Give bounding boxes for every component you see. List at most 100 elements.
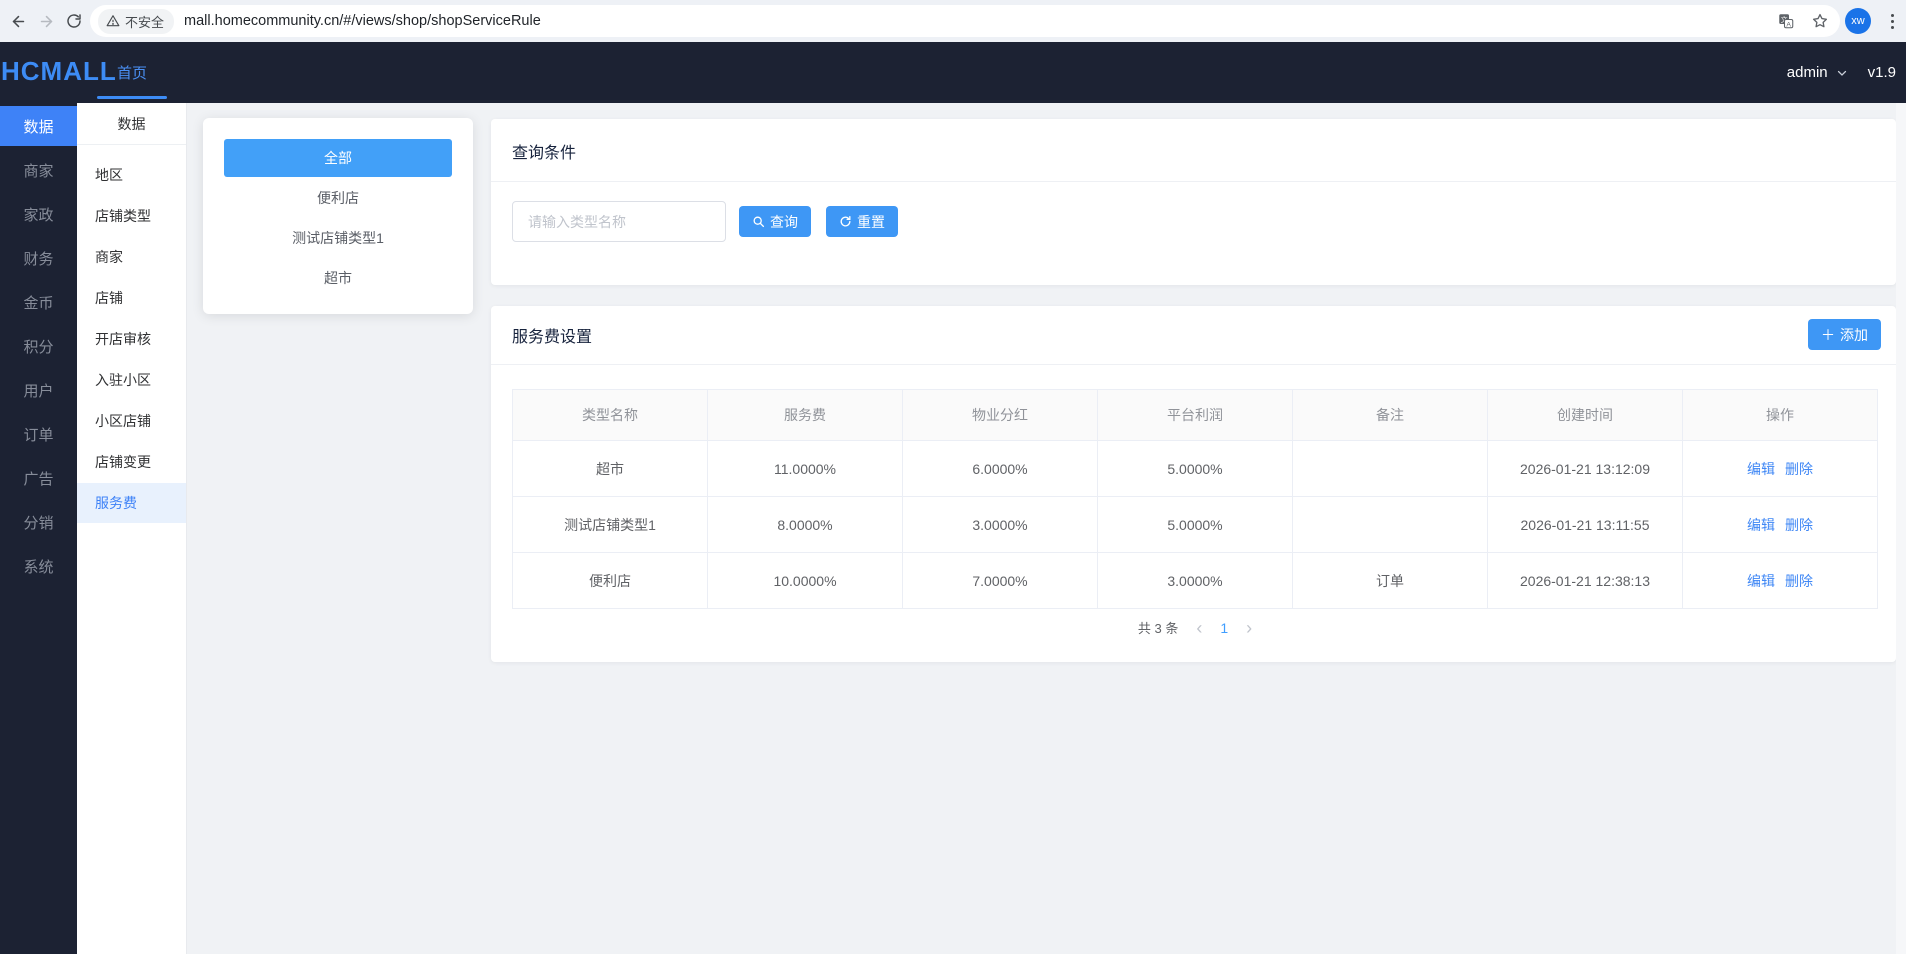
cell-property-share: 6.0000% [902, 440, 1098, 497]
col-platform-profit: 平台利润 [1097, 389, 1293, 441]
table-row: 测试店铺类型1 8.0000% 3.0000% 5.0000% 2026-01-… [512, 496, 1878, 553]
cell-type: 超市 [512, 440, 708, 497]
app-topbar: HCMALL 首页 admin v1.9 [0, 42, 1906, 103]
cell-actions: 编辑 删除 [1682, 440, 1878, 497]
submenu-item-service-fee[interactable]: 服务费 [77, 483, 186, 523]
forward-icon[interactable] [33, 8, 59, 34]
submenu-item-community-entry[interactable]: 入驻小区 [77, 360, 186, 400]
security-label: 不安全 [125, 14, 165, 30]
search-button[interactable]: 查询 [739, 206, 811, 237]
query-conditions-card: 查询条件 查询 重置 [491, 119, 1896, 285]
cell-fee: 10.0000% [707, 552, 903, 609]
type-item-convenience-store[interactable]: 便利店 [203, 178, 473, 218]
delete-link[interactable]: 删除 [1785, 517, 1813, 533]
type-item-all[interactable]: 全部 [224, 139, 452, 177]
submenu-title: 数据 [77, 103, 186, 145]
col-type-name: 类型名称 [512, 389, 708, 441]
prev-page-icon[interactable]: ‹ [1196, 619, 1202, 637]
page-number[interactable]: 1 [1220, 620, 1228, 636]
url-bar[interactable]: 不安全 mall.homecommunity.cn/#/views/shop/s… [90, 5, 1840, 37]
table-card-title: 服务费设置 [512, 329, 593, 346]
type-item-supermarket[interactable]: 超市 [203, 258, 473, 298]
translate-icon[interactable]: 文A [1776, 11, 1796, 31]
cell-note [1292, 440, 1488, 497]
sidebar-item-users[interactable]: 用户 [0, 370, 77, 410]
submenu-item-merchant[interactable]: 商家 [77, 237, 186, 277]
sidebar-item-housekeeping[interactable]: 家政 [0, 194, 77, 234]
cell-fee: 11.0000% [707, 440, 903, 497]
search-icon [752, 215, 765, 228]
sidebar-item-ads[interactable]: 广告 [0, 458, 77, 498]
version-label: v1.9 [1867, 64, 1896, 81]
sidebar-item-finance[interactable]: 财务 [0, 238, 77, 278]
refresh-icon[interactable] [61, 8, 87, 34]
table-header-row: 类型名称 服务费 物业分红 平台利润 备注 创建时间 操作 [512, 389, 1878, 441]
edit-link[interactable]: 编辑 [1747, 517, 1775, 533]
col-property-share: 物业分红 [902, 389, 1098, 441]
delete-link[interactable]: 删除 [1785, 573, 1813, 589]
sidebar-item-points[interactable]: 积分 [0, 326, 77, 366]
cell-property-share: 7.0000% [902, 552, 1098, 609]
tab-home[interactable]: 首页 [97, 42, 167, 103]
chevron-down-icon [1836, 67, 1848, 79]
col-created: 创建时间 [1487, 389, 1683, 441]
svg-text:A: A [1786, 21, 1791, 28]
delete-link[interactable]: 删除 [1785, 461, 1813, 477]
security-chip[interactable]: 不安全 [98, 8, 175, 34]
pagination: 共 3 条 ‹ 1 › [512, 618, 1878, 637]
submenu-item-shop-type[interactable]: 店铺类型 [77, 196, 186, 236]
cell-platform-profit: 3.0000% [1097, 552, 1293, 609]
profile-avatar[interactable]: xw [1845, 8, 1871, 34]
col-actions: 操作 [1682, 389, 1878, 441]
query-card-title: 查询条件 [512, 145, 577, 162]
sidebar-item-orders[interactable]: 订单 [0, 414, 77, 454]
cell-property-share: 3.0000% [902, 496, 1098, 553]
reset-icon [839, 215, 852, 228]
table-row: 便利店 10.0000% 7.0000% 3.0000% 订单 2026-01-… [512, 552, 1878, 609]
browser-menu-icon[interactable] [1884, 9, 1900, 33]
cell-platform-profit: 5.0000% [1097, 496, 1293, 553]
submenu-item-open-audit[interactable]: 开店审核 [77, 319, 186, 359]
cell-created: 2026-01-21 13:11:55 [1487, 496, 1683, 553]
next-page-icon[interactable]: › [1246, 619, 1252, 637]
col-service-fee: 服务费 [707, 389, 903, 441]
sidebar-item-coins[interactable]: 金币 [0, 282, 77, 322]
reset-button[interactable]: 重置 [826, 206, 898, 237]
type-item-test-type-1[interactable]: 测试店铺类型1 [203, 218, 473, 258]
submenu-item-shop-change[interactable]: 店铺变更 [77, 442, 186, 482]
cell-note: 订单 [1292, 552, 1488, 609]
user-dropdown[interactable]: admin [1787, 64, 1848, 81]
cell-created: 2026-01-21 13:12:09 [1487, 440, 1683, 497]
sidebar-item-distribution[interactable]: 分销 [0, 502, 77, 542]
main-content: 全部 便利店 测试店铺类型1 超市 查询条件 查询 重置 [187, 103, 1896, 954]
shop-type-panel: 全部 便利店 测试店铺类型1 超市 [203, 118, 473, 314]
plus-icon: ＋ [1821, 326, 1835, 343]
type-name-input[interactable] [512, 201, 726, 242]
bookmark-star-icon[interactable] [1810, 11, 1830, 31]
add-button[interactable]: ＋ 添加 [1808, 319, 1881, 350]
cell-note [1292, 496, 1488, 553]
divider [491, 181, 1896, 182]
warning-triangle-icon [106, 14, 120, 28]
sidebar-item-system[interactable]: 系统 [0, 546, 77, 586]
sidebar-item-data[interactable]: 数据 [0, 106, 77, 146]
browser-chrome: 不安全 mall.homecommunity.cn/#/views/shop/s… [0, 0, 1906, 42]
url-text[interactable]: mall.homecommunity.cn/#/views/shop/shopS… [184, 13, 541, 29]
cell-fee: 8.0000% [707, 496, 903, 553]
service-fee-card: 服务费设置 ＋ 添加 类型名称 服务费 物业分红 平台利润 备注 创建时间 操作 [491, 306, 1896, 662]
page-scrollbar[interactable] [1896, 103, 1906, 954]
submenu-item-community-shop[interactable]: 小区店铺 [77, 401, 186, 441]
table-row: 超市 11.0000% 6.0000% 5.0000% 2026-01-21 1… [512, 440, 1878, 497]
sidebar-item-merchant[interactable]: 商家 [0, 150, 77, 190]
cell-platform-profit: 5.0000% [1097, 440, 1293, 497]
service-fee-table: 类型名称 服务费 物业分红 平台利润 备注 创建时间 操作 超市 11.0000… [512, 389, 1878, 609]
cell-actions: 编辑 删除 [1682, 496, 1878, 553]
edit-link[interactable]: 编辑 [1747, 573, 1775, 589]
submenu-item-shop[interactable]: 店铺 [77, 278, 186, 318]
back-icon[interactable] [5, 8, 31, 34]
cell-type: 测试店铺类型1 [512, 496, 708, 553]
primary-sidebar: 数据 商家 家政 财务 金币 积分 用户 订单 广告 分销 系统 [0, 103, 77, 954]
cell-created: 2026-01-21 12:38:13 [1487, 552, 1683, 609]
submenu-item-region[interactable]: 地区 [77, 155, 186, 195]
edit-link[interactable]: 编辑 [1747, 461, 1775, 477]
